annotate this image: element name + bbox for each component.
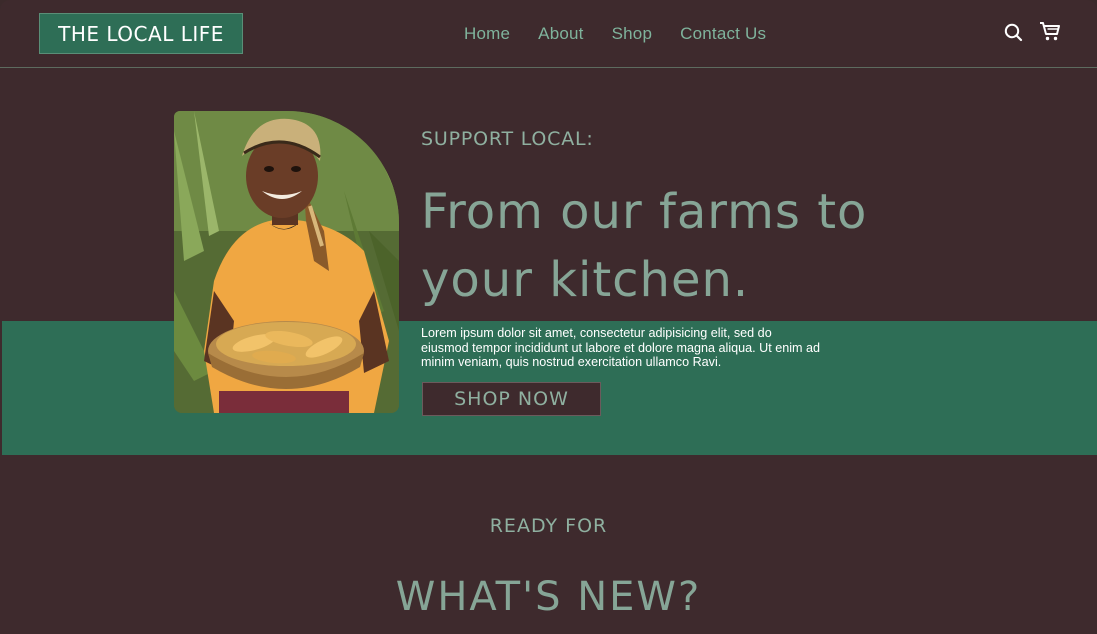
hero-body-text: Lorem ipsum dolor sit amet, consectetur … — [421, 326, 821, 370]
search-icon[interactable] — [1003, 20, 1025, 42]
nav-contact-link[interactable]: Contact Us — [680, 24, 766, 44]
shop-now-button[interactable]: SHOP NOW — [422, 382, 601, 416]
section-title: WHAT'S NEW? — [395, 574, 702, 620]
farmer-photo — [174, 111, 399, 413]
header-icons — [1003, 20, 1061, 42]
cart-icon[interactable] — [1039, 20, 1061, 42]
section-kicker: READY FOR — [489, 515, 608, 537]
main-nav: Home About Shop Contact Us — [464, 22, 766, 46]
logo[interactable]: THE LOCAL LIFE — [39, 13, 243, 54]
nav-about-link[interactable]: About — [538, 24, 583, 44]
nav-shop-link[interactable]: Shop — [612, 24, 653, 44]
hero-eyebrow: SUPPORT LOCAL: — [421, 128, 594, 150]
site-header: THE LOCAL LIFE Home About Shop Contact U… — [0, 0, 1097, 68]
nav-home-link[interactable]: Home — [464, 24, 510, 44]
hero-headline: From our farms to your kitchen. — [421, 184, 868, 308]
page: THE LOCAL LIFE Home About Shop Contact U… — [0, 0, 1097, 634]
